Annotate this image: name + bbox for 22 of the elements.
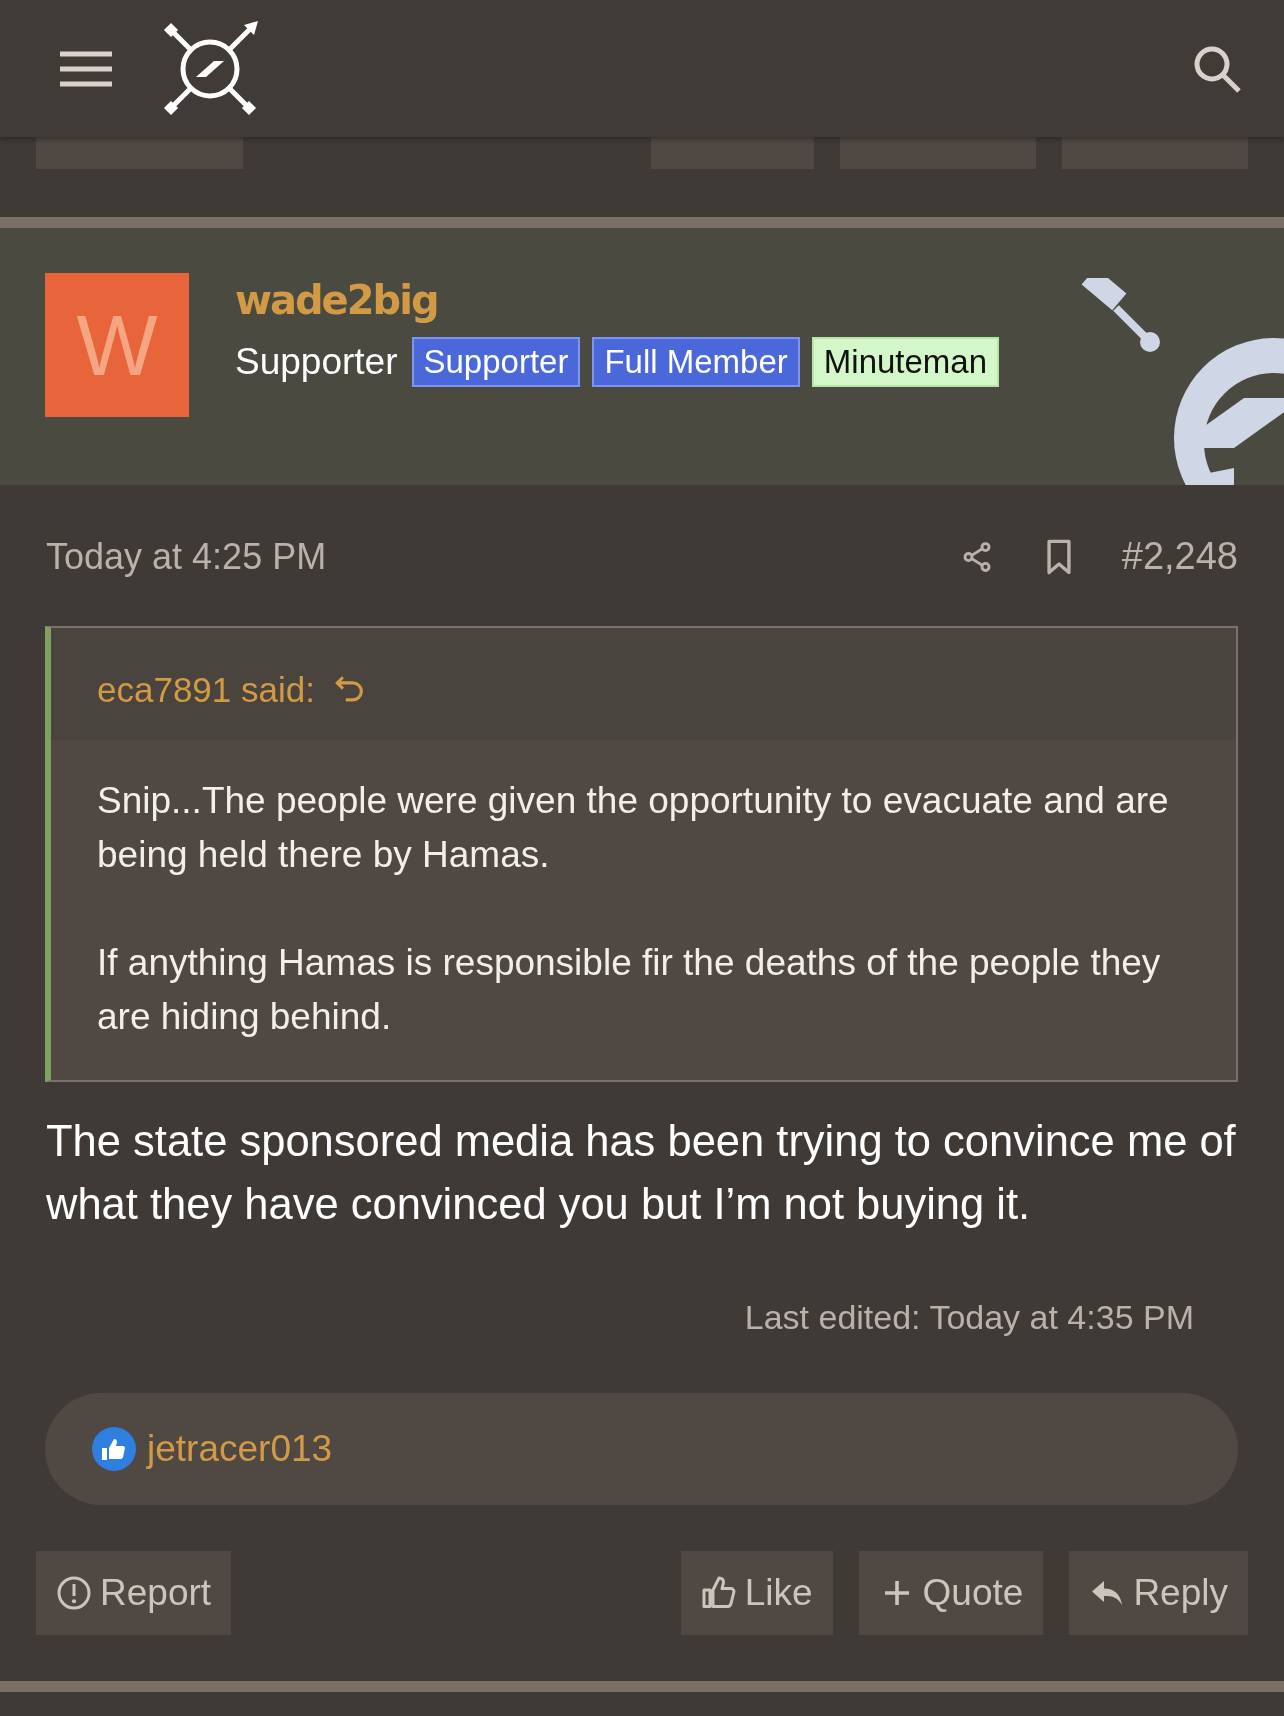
reply-button[interactable]: Reply [1069, 1551, 1248, 1635]
post-text: The state sponsored media has been trying to convince me of what they have convinced you but I’m not buying it. [45, 1116, 1237, 1230]
post-date[interactable]: Today at 4:25 PM [46, 535, 327, 578]
alert-icon [56, 1575, 92, 1611]
user-banner: Full Member [592, 337, 800, 387]
menu-icon[interactable] [60, 50, 112, 87]
like-button[interactable]: Like [680, 1551, 833, 1635]
reaction-user[interactable]: jetracer013 [147, 1428, 333, 1470]
user-banner: Minuteman [811, 337, 1000, 387]
like-reaction-icon [91, 1426, 137, 1472]
report-button[interactable]: Report [36, 1551, 232, 1635]
quote-text: Snip...The people were given the opportunity to evacuate and are being held there by Hamas. [97, 779, 1170, 877]
user-banner: Supporter [411, 337, 581, 387]
avatar: W [45, 273, 189, 417]
quote-button[interactable]: Quote [858, 1551, 1044, 1635]
thumbs-up-icon [700, 1575, 737, 1611]
last-edited: Last edited: Today at 4:35 PM [744, 1298, 1194, 1337]
user-title: Supporter [235, 341, 398, 383]
post-number[interactable]: #2,248 [1121, 535, 1238, 578]
quote-text: If anything Hamas is responsible fir the deaths of the people they are hiding behind. [97, 941, 1162, 1039]
quote-author[interactable]: eca7891 said: [97, 670, 315, 710]
username[interactable]: wade2big [235, 277, 1000, 323]
